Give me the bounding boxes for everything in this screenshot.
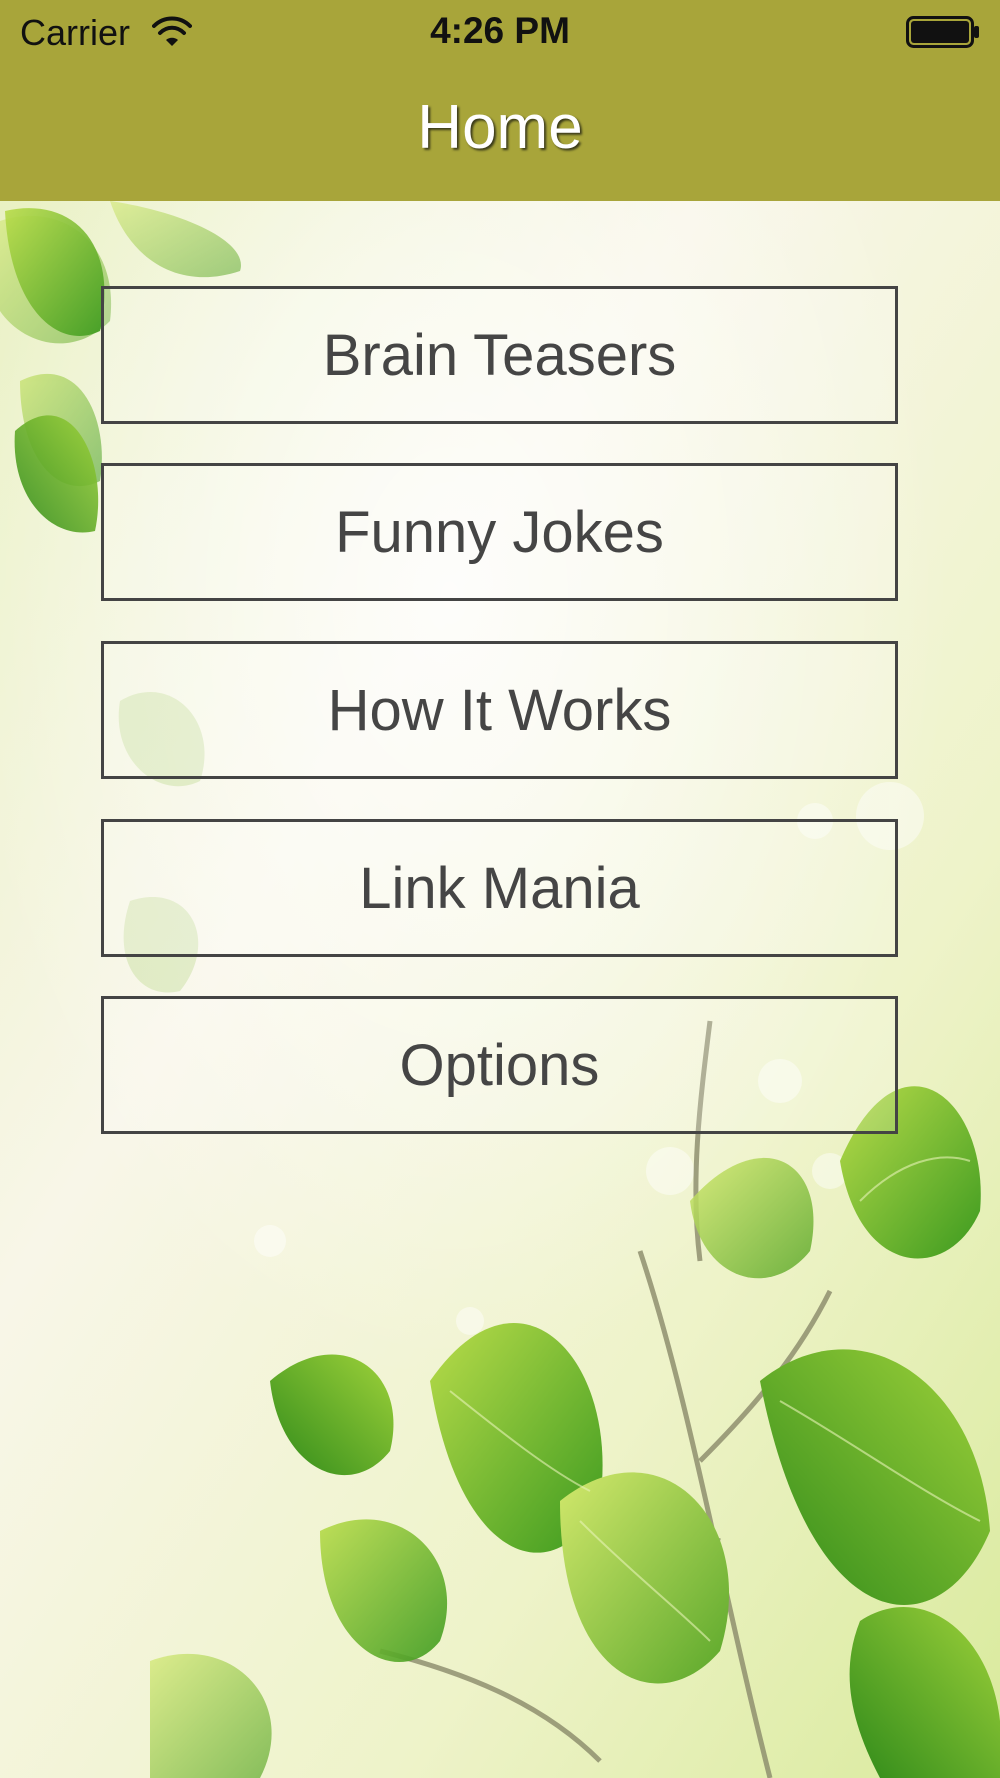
status-bar: Carrier 4:26 PM (0, 0, 1000, 64)
link-mania-button[interactable]: Link Mania (101, 819, 898, 957)
main-menu: Brain Teasers Funny Jokes How It Works L… (0, 0, 1000, 1778)
status-time: 4:26 PM (430, 10, 570, 51)
page-title: Home (417, 93, 583, 162)
options-button[interactable]: Options (101, 996, 898, 1134)
navigation-bar: Carrier 4:26 PM Home (0, 0, 1000, 201)
brain-teasers-button[interactable]: Brain Teasers (101, 286, 898, 424)
funny-jokes-button[interactable]: Funny Jokes (101, 463, 898, 601)
home-screen: Carrier 4:26 PM Home Brain Teasers Funny… (0, 0, 1000, 1778)
battery-icon (906, 16, 979, 48)
how-it-works-button[interactable]: How It Works (101, 641, 898, 779)
